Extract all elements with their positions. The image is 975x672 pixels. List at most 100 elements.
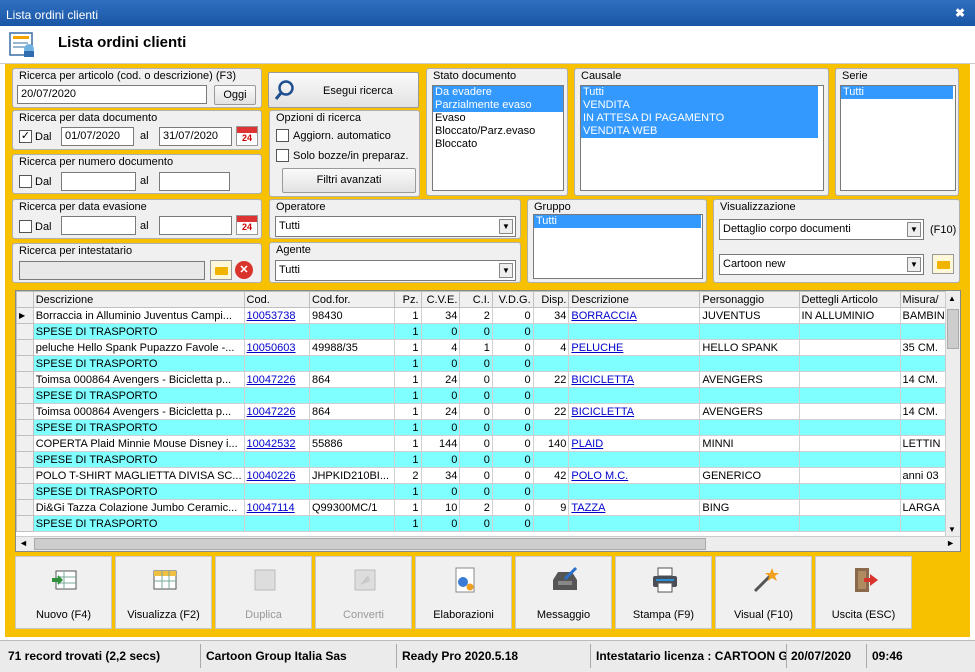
doc-date-checkbox[interactable]: ✓: [19, 130, 32, 143]
holder-input[interactable]: [19, 261, 205, 280]
list-item[interactable]: Parzialmente evaso: [433, 99, 563, 112]
table-cell[interactable]: 10047226: [243, 371, 310, 388]
table-row[interactable]: COPERTA Plaid Minnie Mouse Disney i... 10…: [16, 435, 960, 452]
table-cell[interactable]: 10047114: [243, 499, 310, 516]
auto-refresh-checkbox[interactable]: [276, 129, 289, 142]
list-item[interactable]: Da evadere: [433, 86, 563, 99]
doc-number-from-field[interactable]: [61, 172, 136, 191]
table-row[interactable]: Toimsa 000864 Avengers - Bicicletta p...…: [16, 371, 960, 388]
column-header[interactable]: V.D.G.: [491, 291, 534, 308]
folder-icon[interactable]: [210, 260, 232, 280]
operator-select[interactable]: Tutti ▼: [275, 216, 516, 237]
row-indicator[interactable]: [16, 467, 34, 484]
row-indicator[interactable]: ▶: [16, 307, 34, 324]
calendar-icon[interactable]: 24: [236, 126, 258, 146]
list-item[interactable]: VENDITA WEB: [581, 125, 818, 138]
column-header[interactable]: Dettegli Articolo: [798, 291, 901, 308]
row-indicator[interactable]: [16, 515, 34, 532]
row-indicator[interactable]: [16, 435, 34, 452]
table-row[interactable]: SPESE DI TRASPORTO 1 0 0 0: [16, 323, 960, 340]
table-cell[interactable]: POLO M.C.: [568, 467, 701, 484]
doc-number-to-field[interactable]: [159, 172, 230, 191]
drafts-only-checkbox[interactable]: [276, 149, 289, 162]
evasion-date-to-field[interactable]: [159, 216, 232, 235]
clear-icon[interactable]: ✕: [235, 261, 253, 279]
column-header[interactable]: Descrizione: [32, 291, 245, 308]
row-indicator[interactable]: [16, 387, 34, 404]
table-row[interactable]: SPESE DI TRASPORTO 1 0 0 0: [16, 355, 960, 372]
table-cell[interactable]: PELUCHE: [568, 339, 701, 356]
visual-button[interactable]: Visual (F10): [715, 556, 812, 629]
horizontal-scrollbar[interactable]: ◄ ►: [16, 536, 960, 551]
row-indicator[interactable]: [16, 355, 34, 372]
scroll-right-icon[interactable]: ►: [946, 538, 955, 548]
doc-date-from-field[interactable]: 01/07/2020: [61, 127, 134, 146]
row-indicator[interactable]: [16, 419, 34, 436]
column-header[interactable]: C.V.E.: [420, 291, 461, 308]
row-indicator[interactable]: [16, 339, 34, 356]
folder-icon[interactable]: [932, 254, 954, 274]
evasion-date-checkbox[interactable]: [19, 220, 32, 233]
scroll-down-icon[interactable]: ▼: [948, 525, 956, 534]
table-row[interactable]: SPESE DI TRASPORTO 1 0 0 0: [16, 451, 960, 468]
scroll-thumb[interactable]: [34, 538, 706, 550]
table-row[interactable]: POLO T-SHIRT MAGLIETTA DIVISA SC... 10040…: [16, 467, 960, 484]
table-cell[interactable]: BICICLETTA: [568, 403, 701, 420]
list-item[interactable]: Bloccato: [433, 138, 563, 151]
evasion-date-from-field[interactable]: [61, 216, 136, 235]
list-item[interactable]: IN ATTESA DI PAGAMENTO: [581, 112, 818, 125]
scroll-thumb[interactable]: [947, 309, 959, 349]
view-button[interactable]: Visualizza (F2): [115, 556, 212, 629]
convert-button[interactable]: Converti: [315, 556, 412, 629]
column-header[interactable]: Disp.: [532, 291, 570, 308]
column-header[interactable]: Cod.for.: [308, 291, 395, 308]
row-indicator[interactable]: [16, 499, 34, 516]
column-header[interactable]: Personaggio: [699, 291, 800, 308]
view-layout-select[interactable]: Cartoon new ▼: [719, 254, 924, 275]
table-row[interactable]: SPESE DI TRASPORTO 1 0 0 0: [16, 419, 960, 436]
doc-date-to-field[interactable]: 31/07/2020: [159, 127, 232, 146]
processing-button[interactable]: Elaborazioni: [415, 556, 512, 629]
run-search-button[interactable]: Esegui ricerca: [268, 72, 419, 108]
column-header[interactable]: C.I.: [459, 291, 493, 308]
calendar-icon[interactable]: 24: [236, 215, 258, 235]
table-row[interactable]: Toimsa 000864 Avengers - Bicicletta p...…: [16, 403, 960, 420]
serie-list[interactable]: Tutti: [840, 85, 956, 191]
agent-select[interactable]: Tutti ▼: [275, 260, 516, 281]
view-mode-select[interactable]: Dettaglio corpo documenti ▼: [719, 219, 924, 240]
today-button[interactable]: Oggi: [214, 85, 256, 105]
row-indicator[interactable]: [16, 403, 34, 420]
duplicate-button[interactable]: Duplica: [215, 556, 312, 629]
table-cell[interactable]: 10053738: [243, 307, 310, 324]
table-cell[interactable]: 10047226: [243, 403, 310, 420]
row-indicator[interactable]: [16, 451, 34, 468]
doc-state-list[interactable]: Da evadere Parzialmente evaso Evaso Bloc…: [432, 85, 564, 191]
column-header[interactable]: Descrizione: [568, 291, 701, 308]
table-row[interactable]: SPESE DI TRASPORTO 1 0 0 0: [16, 483, 960, 500]
group-list[interactable]: Tutti: [533, 214, 703, 279]
table-row[interactable]: Di&Gi Tazza Colazione Jumbo Ceramic... 10…: [16, 499, 960, 516]
table-cell[interactable]: 10040226: [243, 467, 310, 484]
table-cell[interactable]: PLAID: [568, 435, 701, 452]
table-cell[interactable]: TAZZA: [568, 499, 701, 516]
scroll-left-icon[interactable]: ◄: [19, 538, 28, 548]
list-item[interactable]: Tutti: [841, 86, 953, 99]
table-cell[interactable]: 10050603: [243, 339, 310, 356]
row-indicator[interactable]: [16, 323, 34, 340]
column-header[interactable]: Cod.: [243, 291, 310, 308]
print-button[interactable]: Stampa (F9): [615, 556, 712, 629]
advanced-filters-button[interactable]: Filtri avanzati: [282, 168, 416, 193]
vertical-scrollbar[interactable]: ▲ ▼: [945, 291, 960, 537]
table-row[interactable]: peluche Hello Spank Pupazzo Favole -... 1…: [16, 339, 960, 356]
row-indicator[interactable]: [16, 483, 34, 500]
table-cell[interactable]: BICICLETTA: [568, 371, 701, 388]
list-item[interactable]: Tutti: [581, 86, 818, 99]
list-item[interactable]: Tutti: [534, 215, 701, 228]
causale-list[interactable]: Tutti VENDITA IN ATTESA DI PAGAMENTO VEN…: [580, 85, 824, 191]
exit-button[interactable]: Uscita (ESC): [815, 556, 912, 629]
table-row[interactable]: ▶ Borraccia in Alluminio Juventus Campi..…: [16, 307, 960, 324]
table-row[interactable]: SPESE DI TRASPORTO 1 0 0 0: [16, 387, 960, 404]
list-item[interactable]: VENDITA: [581, 99, 818, 112]
article-search-input[interactable]: 20/07/2020: [17, 85, 207, 104]
close-icon[interactable]: ✖: [955, 6, 965, 20]
